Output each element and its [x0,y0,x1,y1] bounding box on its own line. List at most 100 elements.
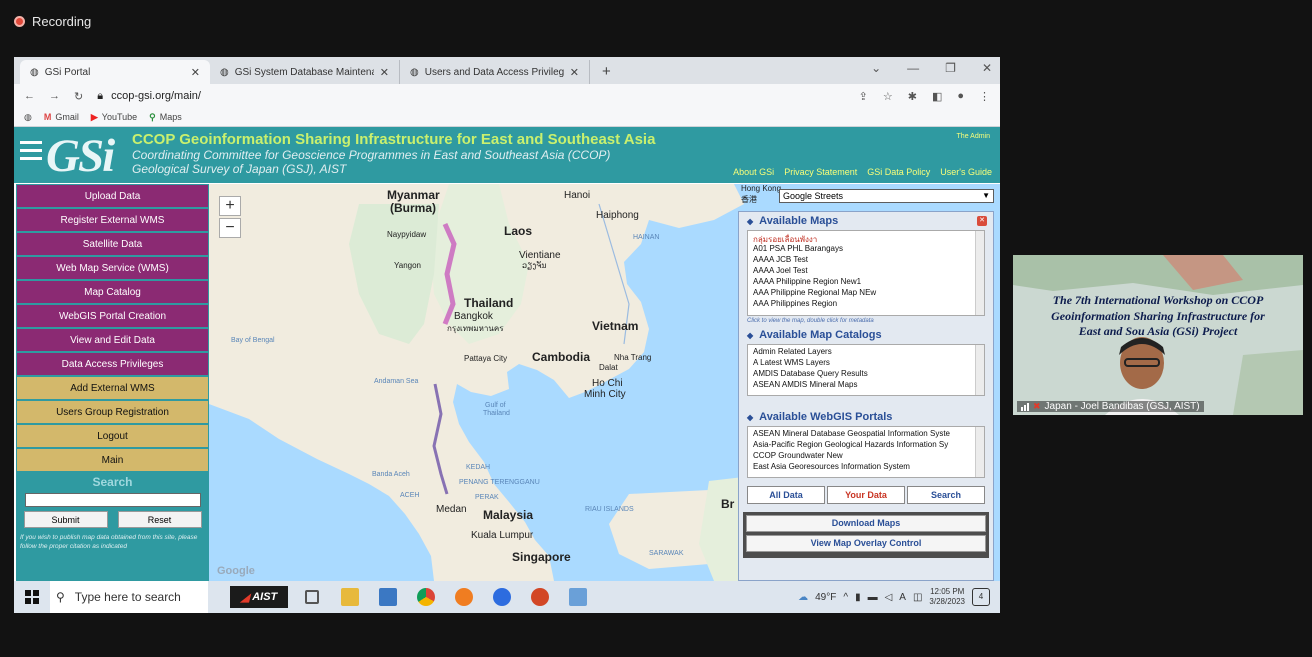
search-input[interactable] [24,493,201,507]
firefox-icon[interactable] [450,583,478,611]
zoom-in-button[interactable]: + [219,196,241,216]
sidebar-item-add-external-wms[interactable]: Add External WMS [17,377,208,399]
chevron-down-icon[interactable]: ⌄ [871,61,881,75]
list-item[interactable]: ASEAN Mineral Database Geospatial Inform… [753,429,979,440]
language-indicator[interactable]: A [899,592,906,603]
chevron-up-icon[interactable]: ^ [843,592,848,603]
aist-app-button[interactable]: ◢ AIST [230,586,288,608]
sidebar-item-web-map-service-wms[interactable]: Web Map Service (WMS) [17,257,208,279]
list-item[interactable]: AAA Philippines Region [753,299,979,310]
list-item[interactable]: AMDIS Database Query Results [753,369,979,380]
powerpoint-icon[interactable] [526,583,554,611]
usb-icon[interactable]: ▮ [855,592,861,603]
tab-gsi-portal[interactable]: ◍ GSi Portal ✕ [20,60,210,84]
map-place-label: Gulf of [485,402,506,409]
map-catalogs-list[interactable]: Admin Related Layers A Latest WMS Layers… [747,344,985,396]
nav-users-guide[interactable]: User's Guide [940,167,992,177]
side-panel-icon[interactable]: ◧ [932,90,942,103]
tab-all-data[interactable]: All Data [747,486,825,504]
list-item[interactable]: ASEAN AMDIS Mineral Maps [753,380,979,391]
list-item[interactable]: AAAA Joel Test [753,266,979,277]
taskbar-search[interactable]: ⚲ Type here to search [50,581,208,613]
notification-badge[interactable]: 4 [972,588,990,606]
available-maps-heading[interactable]: ◆ Available Maps [739,212,993,230]
reload-icon[interactable]: ↻ [74,90,83,103]
file-explorer-icon[interactable] [336,583,364,611]
new-tab-button[interactable]: + [590,63,623,84]
share-icon[interactable]: ⇪ [859,90,868,103]
list-item[interactable]: Admin Related Layers [753,347,979,358]
bookmark-gmail[interactable]: M Gmail [44,112,79,122]
map-catalogs-heading[interactable]: ◆ Available Map Catalogs [739,326,993,344]
sidebar-item-logout[interactable]: Logout [17,425,208,447]
sidebar-item-upload-data[interactable]: Upload Data [17,185,208,207]
admin-link[interactable]: The Admin [957,133,990,140]
base-layer-select[interactable]: Google Streets ▼ [779,189,994,203]
star-icon[interactable]: ☆ [883,90,893,103]
restore-icon[interactable]: ❐ [945,61,956,75]
list-item[interactable]: Asia-Pacific Region Geological Hazards I… [753,440,979,451]
extensions-icon[interactable]: ✱ [908,90,917,103]
bookmark-maps[interactable]: ⚲ Maps [149,112,182,123]
hamburger-menu-icon[interactable] [20,141,42,161]
scrollbar[interactable] [975,427,984,477]
submit-button[interactable]: Submit [23,511,108,528]
bookmark-youtube[interactable]: ▶ YouTube [91,112,137,123]
tab-database-maintenance[interactable]: ◍ GSi System Database Maintenan ✕ [210,60,400,84]
menu-icon[interactable]: ⋮ [979,90,990,103]
close-tab-icon[interactable]: ✕ [570,66,579,79]
app-icon[interactable] [564,583,592,611]
sidebar-item-data-access-privileges[interactable]: Data Access Privileges [17,353,208,375]
scrollbar[interactable] [975,231,984,315]
list-item[interactable]: AAAA JCB Test [753,255,979,266]
webgis-portals-heading[interactable]: ◆ Available WebGIS Portals [739,408,993,426]
sidebar-item-register-external-wms[interactable]: Register External WMS [17,209,208,231]
sidebar-item-webgis-portal-creation[interactable]: WebGIS Portal Creation [17,305,208,327]
scrollbar[interactable] [975,345,984,395]
map-overlay-control-button[interactable]: View Map Overlay Control [746,535,986,552]
minimize-icon[interactable]: — [907,61,919,75]
nav-about[interactable]: About GSi [733,167,774,177]
list-item[interactable]: A Latest WMS Layers [753,358,979,369]
task-view-icon[interactable] [298,583,326,611]
tab-data-access-privileges[interactable]: ◍ Users and Data Access Privileges ✕ [400,60,590,84]
zoom-out-button[interactable]: − [219,218,241,238]
network-app-icon[interactable] [374,583,402,611]
sidebar-item-satellite-data[interactable]: Satellite Data [17,233,208,255]
display-icon[interactable]: ◫ [913,592,922,603]
map-view[interactable]: + − Myanmar (Burma) Hanoi Haiphong Hong Kong… [209,184,1000,581]
list-item[interactable]: CCOP Groundwater New [753,451,979,462]
reset-button[interactable]: Reset [117,511,202,528]
sidebar-item-users-group-registration[interactable]: Users Group Registration [17,401,208,423]
webgis-portals-list[interactable]: ASEAN Mineral Database Geospatial Inform… [747,426,985,478]
sidebar-item-view-and-edit-data[interactable]: View and Edit Data [17,329,208,351]
start-button[interactable] [14,590,50,604]
list-item[interactable]: East Asia Georesources Information Syste… [753,462,979,473]
chrome-icon[interactable] [412,583,440,611]
sidebar-item-main[interactable]: Main [17,449,208,471]
volume-icon[interactable]: ◁ [885,592,893,603]
tab-search[interactable]: Search [907,486,985,504]
list-item[interactable]: กลุ่มรอยเลื่อนพังงา [753,233,979,244]
forward-icon[interactable]: → [49,90,60,102]
back-icon[interactable]: ← [24,90,35,102]
close-tab-icon[interactable]: ✕ [191,66,200,79]
nav-data-policy[interactable]: GSi Data Policy [867,167,930,177]
sidebar-item-map-catalog[interactable]: Map Catalog [17,281,208,303]
list-item[interactable]: A01 PSA PHL Barangays [753,244,979,255]
weather-text[interactable]: 49°F [815,592,836,603]
tab-your-data[interactable]: Your Data [827,486,905,504]
network-icon[interactable]: ▬ [868,592,878,603]
url-field[interactable]: 🔒︎ ccop-gsi.org/main/ [97,90,844,103]
available-maps-list[interactable]: กลุ่มรอยเลื่อนพังงา A01 PSA PHL Barangay… [747,230,985,316]
list-item[interactable]: AAAA Philippine Region New1 [753,277,979,288]
close-window-icon[interactable]: ✕ [982,61,992,75]
zoom-app-icon[interactable] [488,583,516,611]
close-tab-icon[interactable]: ✕ [380,66,389,79]
profile-icon[interactable]: ● [957,90,964,103]
close-icon[interactable]: ✕ [977,216,987,226]
download-maps-button[interactable]: Download Maps [746,515,986,532]
list-item[interactable]: AAA Philippine Regional Map NEw [753,288,979,299]
nav-privacy[interactable]: Privacy Statement [784,167,857,177]
clock[interactable]: 12:05 PM 3/28/2023 [929,587,965,608]
